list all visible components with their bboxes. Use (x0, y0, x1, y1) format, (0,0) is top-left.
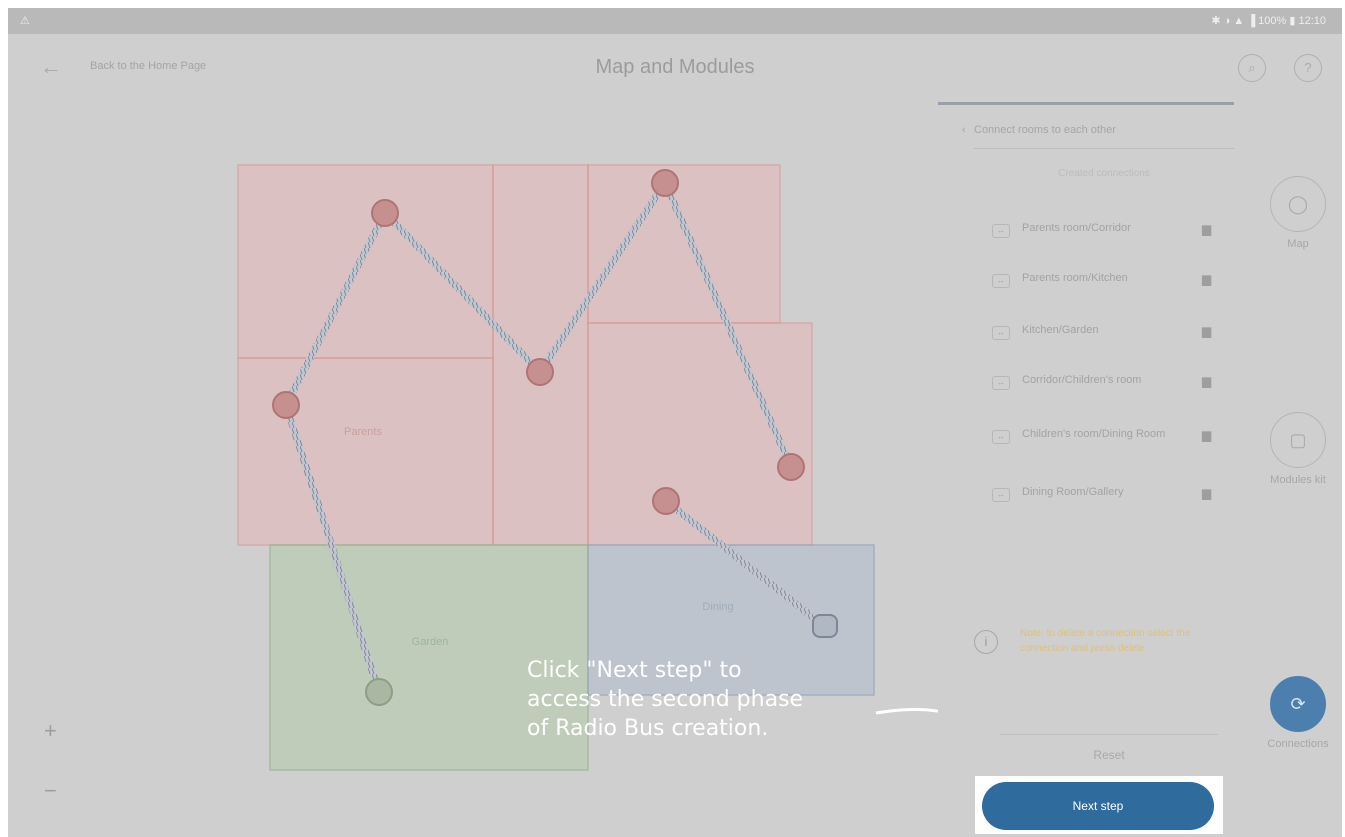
connection-label: Kitchen/Garden (1022, 324, 1099, 336)
tutorial-callout: Click "Next step" to access the second p… (527, 656, 907, 743)
tool-modules-label: Modules kit (1270, 474, 1326, 486)
trash-icon[interactable]: ▆ (1202, 374, 1211, 388)
room-label-dining: Dining (702, 601, 733, 613)
connection-label: Dining Room/Gallery (1022, 486, 1124, 498)
module-node (371, 199, 399, 227)
next-step-button[interactable]: Next step (982, 782, 1214, 830)
divider (974, 148, 1234, 149)
tool-connections[interactable]: ⟳ Connections (1253, 676, 1342, 750)
link-icon: ↔ (992, 326, 1010, 340)
tool-modules-kit[interactable]: ▢ Modules kit (1253, 412, 1342, 486)
chevron-left-icon[interactable]: ‹ (962, 124, 966, 136)
connections-panel: ‹ Connect rooms to each other Created co… (938, 102, 1234, 837)
search-icon[interactable]: ⌕ (1238, 54, 1266, 82)
modules-icon[interactable]: ▢ (1270, 412, 1326, 468)
zoom-in-button[interactable]: + (44, 718, 57, 744)
panel-header: ‹ Connect rooms to each other (962, 124, 1234, 136)
module-node (526, 358, 554, 386)
module-node (652, 487, 680, 515)
trash-icon[interactable]: ▆ (1202, 428, 1211, 442)
trash-icon[interactable]: ▆ (1202, 272, 1211, 286)
trash-icon[interactable]: ▆ (1202, 486, 1211, 500)
panel-header-label: Connect rooms to each other (974, 124, 1116, 136)
room-top-middle (492, 164, 589, 546)
panel-subheader: Created connections (1058, 168, 1150, 179)
module-node (812, 614, 838, 638)
callout-line-2: access the second phase (527, 687, 804, 712)
module-node (272, 391, 300, 419)
trash-icon[interactable]: ▆ (1202, 324, 1211, 338)
map-icon[interactable]: ◯ (1270, 176, 1326, 232)
link-icon: ↔ (992, 488, 1010, 502)
info-text: Note: to delete a connection select the … (1020, 628, 1191, 654)
trash-icon[interactable]: ▆ (1202, 222, 1211, 236)
module-node (651, 169, 679, 197)
room-top-right (587, 164, 781, 324)
tool-map[interactable]: ◯ Map (1253, 176, 1342, 250)
callout-line-3: of Radio Bus creation. (527, 716, 769, 741)
link-icon: ↔ (992, 376, 1010, 390)
connection-label: Parents room/Kitchen (1022, 272, 1128, 284)
module-node (777, 453, 805, 481)
reset-button[interactable]: Reset (1000, 734, 1218, 775)
status-right: ✱ ◑ ▲ ▐ 100% ▮ 12:10 (1211, 15, 1326, 27)
room-top-left (237, 164, 494, 359)
link-icon: ↔ (992, 274, 1010, 288)
callout-line-1: Click "Next step" to (527, 658, 742, 683)
module-node (365, 678, 393, 706)
connection-label: Children's room/Dining Room (1022, 428, 1166, 440)
panel-top-bar (938, 102, 1234, 105)
zoom-out-button[interactable]: − (44, 778, 57, 804)
connection-label: Corridor/Children's room (1022, 374, 1142, 386)
help-icon[interactable]: ? (1294, 54, 1322, 82)
link-icon: ↔ (992, 430, 1010, 444)
room-parents (237, 357, 494, 546)
tool-connections-label: Connections (1267, 738, 1329, 750)
connections-icon[interactable]: ⟳ (1270, 676, 1326, 732)
info-icon: i (974, 630, 998, 654)
tool-map-label: Map (1287, 238, 1309, 250)
room-label-parents: Parents (344, 426, 382, 438)
room-label-garden: Garden (412, 636, 449, 648)
connection-label: Parents room/Corridor (1022, 222, 1131, 234)
link-icon: ↔ (992, 224, 1010, 238)
